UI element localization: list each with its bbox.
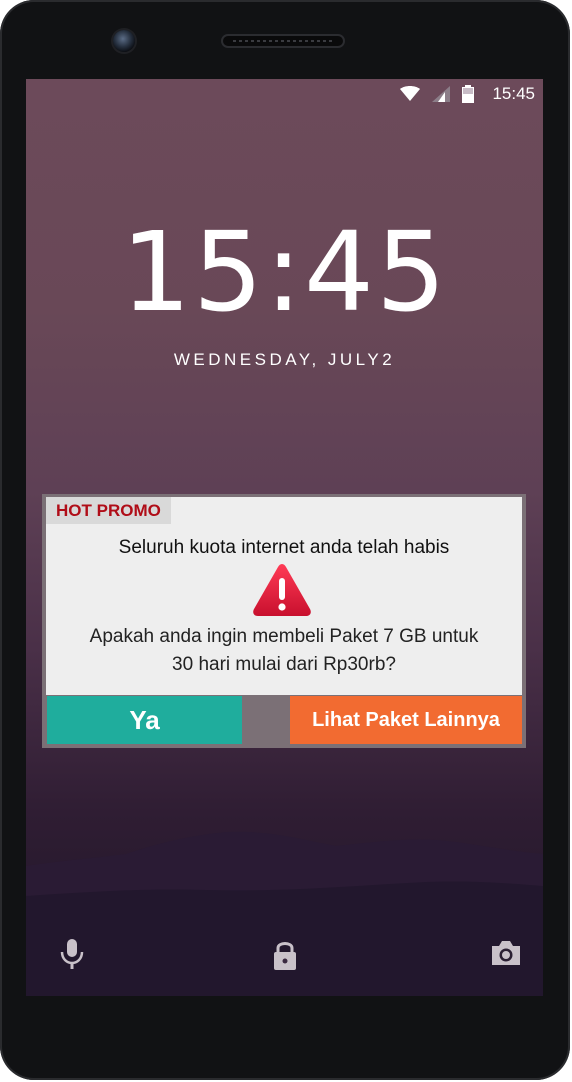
lock-screen: 15:45 15:45 WEDNESDAY, JULY2 HOT PROMO S… (26, 79, 543, 996)
front-camera (113, 30, 135, 52)
camera-icon[interactable] (490, 939, 522, 967)
status-bar: 15:45 (26, 79, 543, 109)
lock-icon[interactable] (272, 939, 298, 971)
earpiece-speaker (221, 34, 345, 48)
lockscreen-date: WEDNESDAY, JULY2 (173, 350, 396, 369)
clock-hours: 15 (120, 208, 265, 336)
clock-separator: : (264, 208, 305, 336)
microphone-icon[interactable] (59, 939, 85, 971)
promo-question-line2: 30 hari mulai dari Rp30rb? (172, 654, 396, 675)
status-time: 15:45 (492, 84, 535, 103)
clock-minutes: 45 (304, 208, 449, 336)
signal-icon (432, 86, 451, 102)
promo-message: Seluruh kuota internet anda telah habis (118, 537, 450, 558)
lockscreen-clock: 15:45 (26, 217, 543, 327)
promo-tag: HOT PROMO (46, 497, 171, 524)
yes-button[interactable]: Ya (47, 696, 242, 744)
promo-question-line1: Apakah anda ingin membeli Paket 7 GB unt… (89, 626, 479, 647)
promo-question: Apakah anda ingin membeli Paket 7 GB unt… (56, 623, 512, 679)
other-packages-button[interactable]: Lihat Paket Lainnya (290, 696, 522, 744)
phone-frame: 15:45 15:45 WEDNESDAY, JULY2 HOT PROMO S… (0, 0, 570, 1080)
promo-popup: HOT PROMO Seluruh kuota internet anda te… (42, 494, 526, 748)
warning-icon (253, 564, 311, 616)
wifi-icon (400, 86, 421, 101)
battery-icon (462, 85, 475, 103)
promo-body: HOT PROMO Seluruh kuota internet anda te… (46, 497, 522, 695)
